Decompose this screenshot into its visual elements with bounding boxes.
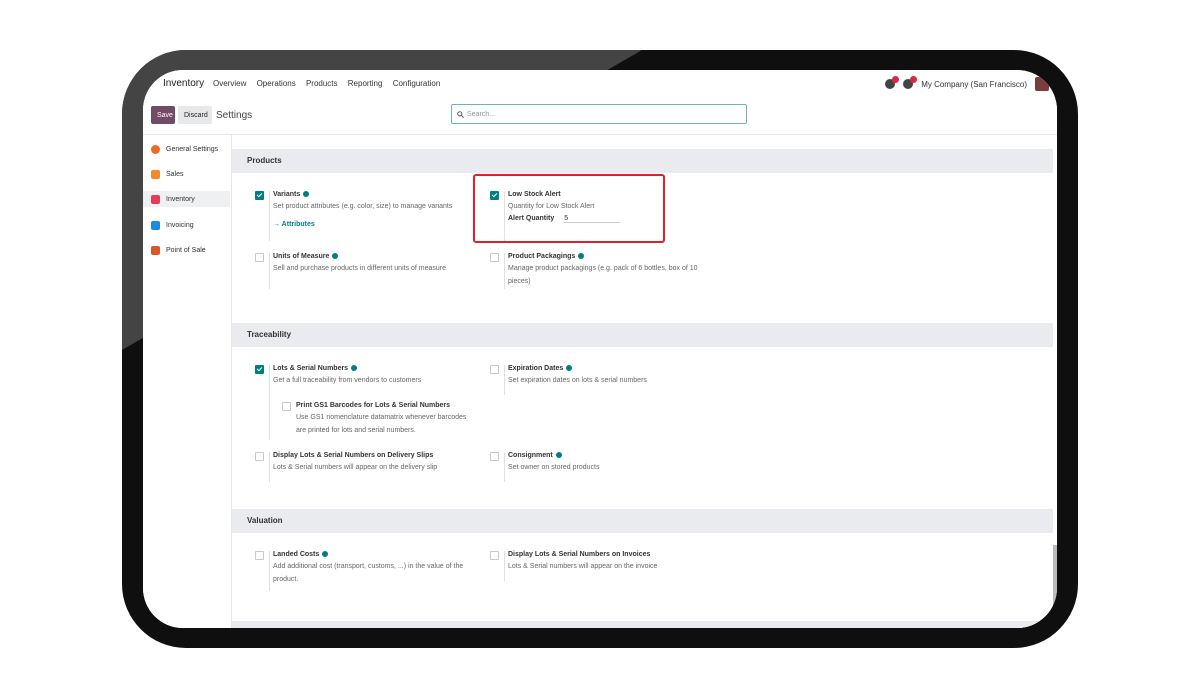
uom-checkbox[interactable] bbox=[255, 253, 264, 262]
sidebar-item-label: Invoicing bbox=[166, 221, 194, 229]
lots-title: Lots & Serial Numbers bbox=[273, 365, 349, 372]
help-icon[interactable] bbox=[332, 253, 339, 260]
breadcrumb: Settings bbox=[216, 110, 253, 121]
landed-desc: Add additional cost (transport, customs,… bbox=[273, 563, 464, 583]
menu-configuration[interactable]: Configuration bbox=[393, 79, 441, 88]
search-input[interactable]: Search... bbox=[451, 104, 747, 124]
expiration-checkbox[interactable] bbox=[490, 365, 499, 374]
sidebar-item-inventory[interactable]: Inventory bbox=[143, 191, 230, 207]
invoices-lots-checkbox[interactable] bbox=[490, 551, 499, 560]
packagings-title: Product Packagings bbox=[508, 253, 576, 260]
divider bbox=[269, 253, 270, 289]
sidebar-item-label: General Settings bbox=[166, 145, 219, 153]
sales-icon bbox=[151, 169, 160, 179]
help-icon[interactable] bbox=[351, 365, 358, 372]
gs1-desc: Use GS1 nomenclature datamatrix whenever… bbox=[296, 414, 467, 434]
help-icon[interactable] bbox=[303, 191, 310, 198]
gs1-title: Print GS1 Barcodes for Lots & Serial Num… bbox=[296, 402, 451, 409]
highlight-box bbox=[473, 174, 665, 243]
top-navbar: Inventory Overview Operations Products R… bbox=[143, 70, 1057, 98]
lots-desc: Get a full traceability from vendors to … bbox=[273, 377, 422, 384]
invoicing-icon bbox=[151, 220, 160, 230]
sidebar-item-label: Point of Sale bbox=[166, 246, 206, 254]
search-placeholder: Search... bbox=[467, 110, 496, 118]
control-panel: Save Discard Settings Search... bbox=[143, 100, 1057, 135]
menu-products[interactable]: Products bbox=[306, 79, 338, 88]
attributes-link[interactable]: → Attributes bbox=[273, 221, 488, 228]
chat-icon[interactable] bbox=[885, 76, 900, 89]
menu-operations[interactable]: Operations bbox=[257, 79, 296, 88]
help-icon[interactable] bbox=[578, 253, 585, 260]
sidebar-item-label: Sales bbox=[166, 170, 184, 178]
search-icon bbox=[457, 110, 464, 118]
activity-clock-icon[interactable] bbox=[903, 76, 918, 89]
help-icon[interactable] bbox=[555, 452, 562, 459]
delivery-slips-checkbox[interactable] bbox=[255, 452, 264, 461]
main-menu: Overview Operations Products Reporting C… bbox=[213, 79, 448, 88]
landed-title: Landed Costs bbox=[273, 551, 320, 558]
consignment-checkbox[interactable] bbox=[490, 452, 499, 461]
divider bbox=[504, 452, 505, 482]
divider bbox=[269, 452, 270, 482]
divider bbox=[504, 253, 505, 289]
help-icon[interactable] bbox=[322, 551, 329, 558]
consignment-title: Consignment bbox=[508, 452, 553, 459]
landed-checkbox[interactable] bbox=[255, 551, 264, 560]
sidebar-item-label: Inventory bbox=[166, 195, 195, 203]
settings-content: Products Variants Set product attributes… bbox=[232, 135, 1053, 628]
help-icon[interactable] bbox=[566, 365, 573, 372]
packagings-desc: Manage product packagings (e.g. pack of … bbox=[508, 265, 698, 285]
sidebar-item-sales[interactable]: Sales bbox=[151, 166, 184, 182]
divider bbox=[269, 365, 270, 440]
invoices-lots-title: Display Lots & Serial Numbers on Invoice… bbox=[508, 551, 651, 558]
section-products-header: Products bbox=[232, 149, 1053, 173]
divider bbox=[269, 551, 270, 591]
point-of-sale-icon bbox=[151, 245, 160, 255]
sidebar-item-general-settings[interactable]: General Settings bbox=[151, 141, 218, 157]
delivery-slips-desc: Lots & Serial numbers will appear on the… bbox=[273, 464, 438, 471]
company-switcher[interactable]: My Company (San Francisco) bbox=[921, 80, 1027, 89]
save-button[interactable]: Save bbox=[151, 106, 175, 124]
divider bbox=[504, 365, 505, 395]
section-next-header bbox=[232, 621, 1053, 628]
gs1-checkbox[interactable] bbox=[282, 402, 291, 411]
screen: Inventory Overview Operations Products R… bbox=[143, 70, 1057, 628]
packagings-checkbox[interactable] bbox=[490, 253, 499, 262]
uom-title: Units of Measure bbox=[273, 253, 330, 260]
variants-desc: Set product attributes (e.g. color, size… bbox=[273, 203, 453, 210]
settings-sidebar: General Settings Sales Inventory Invoici… bbox=[143, 135, 232, 628]
uom-desc: Sell and purchase products in different … bbox=[273, 265, 447, 272]
scrollbar[interactable] bbox=[1053, 545, 1057, 628]
divider bbox=[504, 551, 505, 581]
general-settings-icon bbox=[151, 144, 160, 154]
menu-reporting[interactable]: Reporting bbox=[348, 79, 383, 88]
invoices-lots-desc: Lots & Serial numbers will appear on the… bbox=[508, 563, 658, 570]
avatar[interactable] bbox=[1035, 77, 1049, 91]
app-name[interactable]: Inventory bbox=[163, 78, 204, 89]
discard-button[interactable]: Discard bbox=[178, 106, 212, 124]
section-traceability-header: Traceability bbox=[232, 323, 1053, 347]
menu-overview[interactable]: Overview bbox=[213, 79, 246, 88]
consignment-desc: Set owner on stored products bbox=[508, 464, 600, 471]
section-valuation-header: Valuation bbox=[232, 509, 1053, 533]
expiration-desc: Set expiration dates on lots & serial nu… bbox=[508, 377, 647, 384]
variants-title: Variants bbox=[273, 191, 301, 198]
navbar-right: My Company (San Francisco) bbox=[885, 76, 1049, 91]
delivery-slips-title: Display Lots & Serial Numbers on Deliver… bbox=[273, 452, 434, 459]
divider bbox=[269, 191, 270, 241]
inventory-icon bbox=[151, 194, 160, 204]
expiration-title: Expiration Dates bbox=[508, 365, 564, 372]
sidebar-item-invoicing[interactable]: Invoicing bbox=[151, 217, 194, 233]
sidebar-item-point-of-sale[interactable]: Point of Sale bbox=[151, 242, 206, 258]
variants-checkbox[interactable] bbox=[255, 191, 264, 200]
lots-checkbox[interactable] bbox=[255, 365, 264, 374]
